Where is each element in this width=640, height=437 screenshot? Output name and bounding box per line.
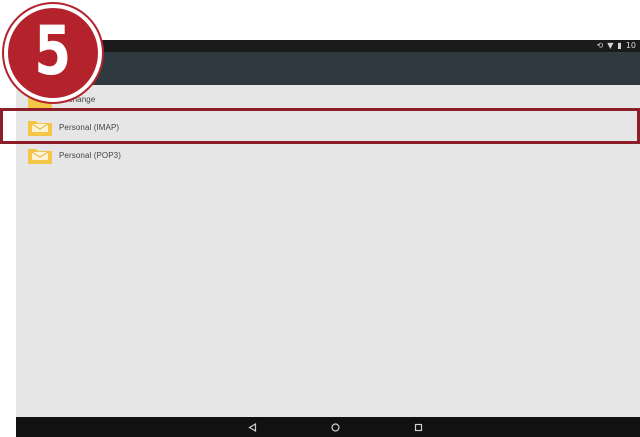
account-label: Personal (POP3) bbox=[59, 150, 121, 160]
back-icon bbox=[247, 422, 256, 432]
status-bar: ⟲ ▼ ▮ 10 bbox=[16, 40, 640, 52]
highlight-box bbox=[0, 108, 640, 144]
wifi-icon: ▼ bbox=[607, 41, 614, 50]
step-badge: 5 bbox=[4, 4, 102, 102]
status-icons: ⟲ ▼ ▮ 10 bbox=[597, 40, 636, 52]
navigation-bar bbox=[16, 417, 640, 437]
sync-icon: ⟲ bbox=[596, 41, 604, 50]
home-button[interactable] bbox=[325, 417, 345, 437]
recents-button[interactable] bbox=[408, 417, 428, 437]
battery-icon: ▮ bbox=[617, 41, 622, 50]
status-time: 10 bbox=[625, 41, 636, 50]
recents-icon bbox=[414, 423, 422, 431]
step-number: 5 bbox=[34, 12, 72, 91]
action-bar bbox=[16, 52, 640, 85]
device-screen: ⟲ ▼ ▮ 10 Exchange Personal (IMAP) Person… bbox=[16, 40, 640, 437]
home-icon bbox=[330, 422, 340, 432]
account-item-personal-pop3[interactable]: Personal (POP3) bbox=[16, 141, 640, 169]
back-button[interactable] bbox=[242, 417, 262, 437]
folder-mail-icon bbox=[28, 148, 52, 164]
